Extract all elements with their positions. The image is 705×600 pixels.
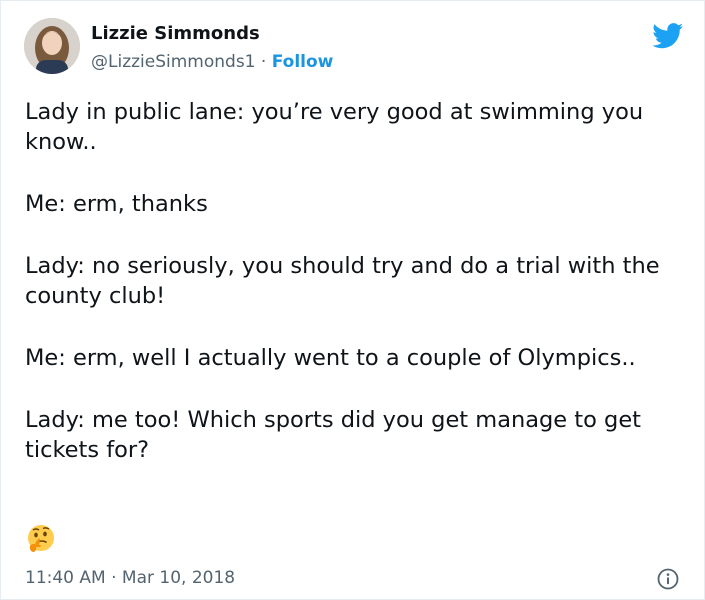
author-handle[interactable]: @LizzieSimmonds1 (91, 52, 256, 72)
twitter-bird-icon[interactable] (652, 23, 684, 49)
separator-dot: · (255, 52, 272, 72)
author-meta: @LizzieSimmonds1 · Follow (91, 52, 333, 72)
tweet-paragraph: Me: erm, well I actually went to a coupl… (25, 345, 636, 371)
info-icon[interactable] (656, 567, 680, 591)
tweet-paragraph: Me: erm, thanks (25, 191, 208, 217)
tweet-paragraph: Lady in public lane: you’re very good at… (25, 99, 644, 155)
tweet-paragraph: Lady: me too! Which sports did you get m… (25, 407, 641, 463)
tweet-card: Lizzie Simmonds @LizzieSimmonds1 · Follo… (0, 0, 705, 600)
tweet-paragraph: Lady: no seriously, you should try and d… (25, 253, 660, 309)
avatar[interactable] (24, 18, 80, 74)
follow-button[interactable]: Follow (272, 52, 334, 72)
author-name[interactable]: Lizzie Simmonds (91, 23, 260, 44)
avatar-photo (24, 18, 80, 74)
tweet-text: Lady in public lane: you’re very good at… (25, 97, 685, 465)
tweet-timestamp[interactable]: 11:40 AM · Mar 10, 2018 (25, 568, 235, 588)
thinking-face-icon (25, 523, 57, 555)
